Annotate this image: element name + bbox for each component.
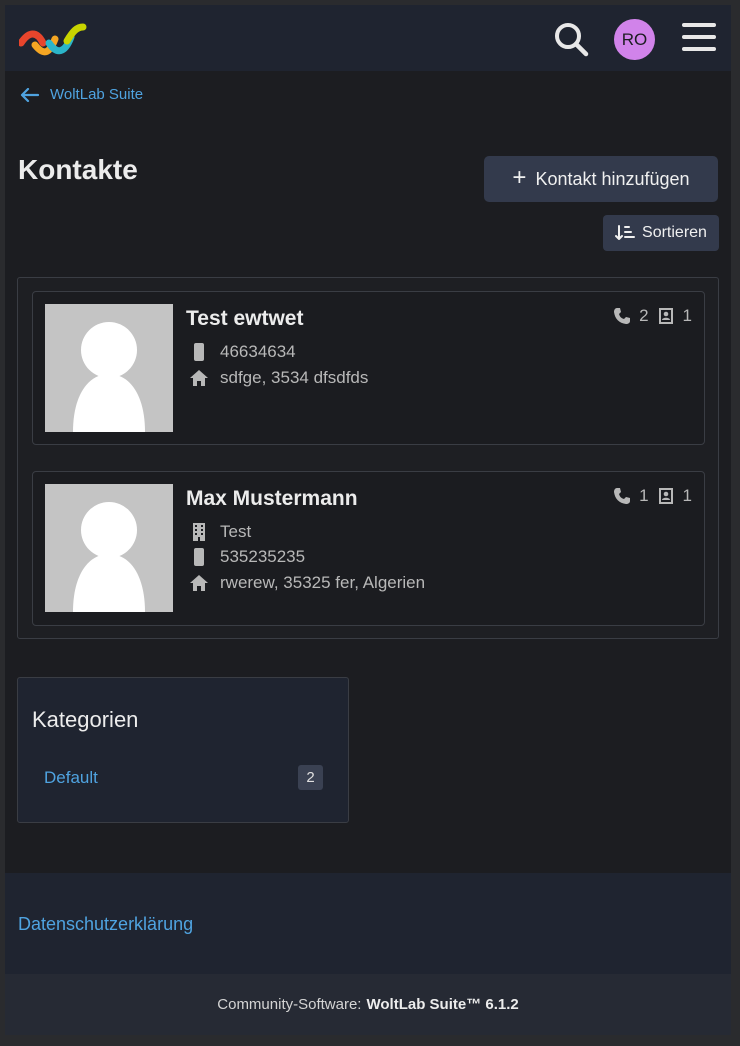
avatar-placeholder	[45, 304, 173, 432]
contact-card[interactable]: Max Mustermann Test 535235235 rwerew, 35…	[32, 471, 705, 626]
category-link-default[interactable]: Default	[44, 768, 98, 788]
sort-label: Sortieren	[642, 224, 707, 241]
contact-list: Test ewtwet 46634634 sdfge, 3534 dfsdfds…	[17, 277, 719, 639]
plus-icon: +	[512, 164, 527, 191]
home-icon	[190, 370, 208, 386]
add-contact-label: Kontakt hinzufügen	[535, 168, 690, 189]
contact-phone: 46634634	[190, 342, 296, 362]
categories-box: Kategorien Default 2	[17, 677, 349, 823]
contact-card[interactable]: Test ewtwet 46634634 sdfge, 3534 dfsdfds…	[32, 291, 705, 445]
phone-icon	[614, 488, 631, 504]
search-icon[interactable]	[552, 20, 590, 58]
sort-icon	[615, 225, 636, 240]
footer-navigation: Datenschutzerklärung	[5, 873, 731, 974]
arrow-left-icon	[20, 87, 40, 102]
sort-button[interactable]: Sortieren	[603, 215, 719, 251]
contact-phone: 535235235	[190, 547, 305, 567]
categories-title: Kategorien	[32, 707, 139, 732]
contact-company: Test	[190, 522, 251, 542]
phone-icon	[614, 308, 631, 324]
woltlab-logo-icon[interactable]	[19, 21, 87, 59]
add-contact-button[interactable]: + Kontakt hinzufügen	[484, 156, 718, 202]
page-title: Kontakte	[18, 154, 138, 185]
mobile-phone-icon	[194, 548, 204, 566]
copyright-prefix: Community-Software:	[217, 996, 362, 1013]
copyright-bar: Community-Software: WoltLab Suite™ 6.1.2	[5, 974, 731, 1035]
user-avatar[interactable]: RO	[614, 19, 655, 60]
home-icon	[190, 575, 208, 591]
contact-address: sdfge, 3534 dfsdfds	[190, 368, 368, 388]
contact-stats: 2 1	[613, 306, 692, 326]
hamburger-menu-icon[interactable]	[682, 23, 716, 55]
top-bar: RO	[5, 5, 731, 71]
contact-name[interactable]: Max Mustermann	[186, 487, 358, 511]
mobile-phone-icon	[194, 343, 204, 361]
breadcrumb[interactable]: WoltLab Suite	[20, 86, 143, 103]
contact-name[interactable]: Test ewtwet	[186, 307, 303, 331]
address-card-icon	[658, 488, 673, 504]
copyright-product[interactable]: WoltLab Suite™ 6.1.2	[366, 996, 518, 1013]
contact-stats: 1 1	[613, 486, 692, 506]
privacy-policy-link[interactable]: Datenschutzerklärung	[18, 914, 193, 935]
contact-address: rwerew, 35325 fer, Algerien	[190, 573, 425, 593]
building-icon	[193, 523, 205, 541]
category-count-badge: 2	[298, 765, 323, 790]
avatar-placeholder	[45, 484, 173, 612]
address-card-icon	[658, 308, 673, 324]
page-frame: RO WoltLab Suite Kontakte + Kontakt hinz…	[5, 5, 731, 1035]
breadcrumb-link[interactable]: WoltLab Suite	[50, 86, 143, 103]
